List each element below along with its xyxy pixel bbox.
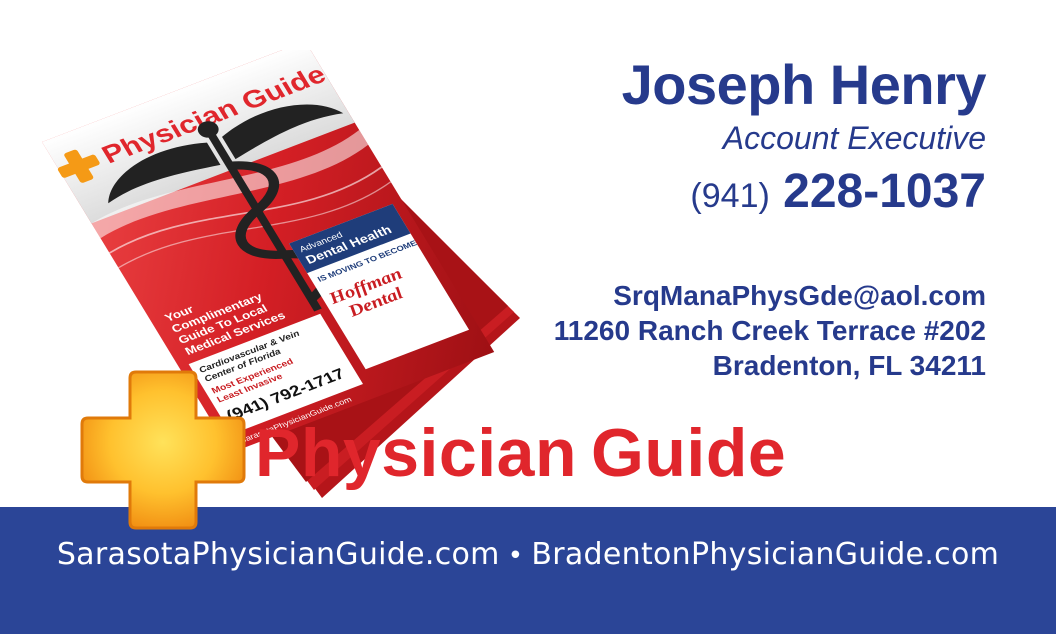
contact-name: Joseph Henry <box>621 53 987 116</box>
orange-cross-icon <box>80 370 246 530</box>
website-bradenton[interactable]: BradentonPhysicianGuide.com <box>531 537 999 572</box>
contact-phone: (941) 228-1037 <box>690 164 986 219</box>
contact-title: Account Executive <box>722 120 986 156</box>
phone-area-code: (941) <box>690 177 770 215</box>
contact-email[interactable]: SrqManaPhysGde@aol.com <box>613 280 986 312</box>
address-line-1: 11260 Ranch Creek Terrace #202 <box>553 315 986 346</box>
website-list: SarasotaPhysicianGuide.com • BradentonPhys… <box>0 537 1056 572</box>
address-line-2: Bradenton, FL 34211 <box>712 350 986 381</box>
website-sarasota[interactable]: SarasotaPhysicianGuide.com <box>57 537 500 572</box>
brand-word-2: Guide <box>591 415 787 491</box>
brand-wordmark: Physician Guide <box>255 414 786 492</box>
business-card: Physician Guide Your Complimentary Guide… <box>0 0 1056 634</box>
brand-word-1: Physician <box>255 415 577 491</box>
phone-number: 228-1037 <box>783 165 986 218</box>
separator-dot: • <box>507 541 524 571</box>
